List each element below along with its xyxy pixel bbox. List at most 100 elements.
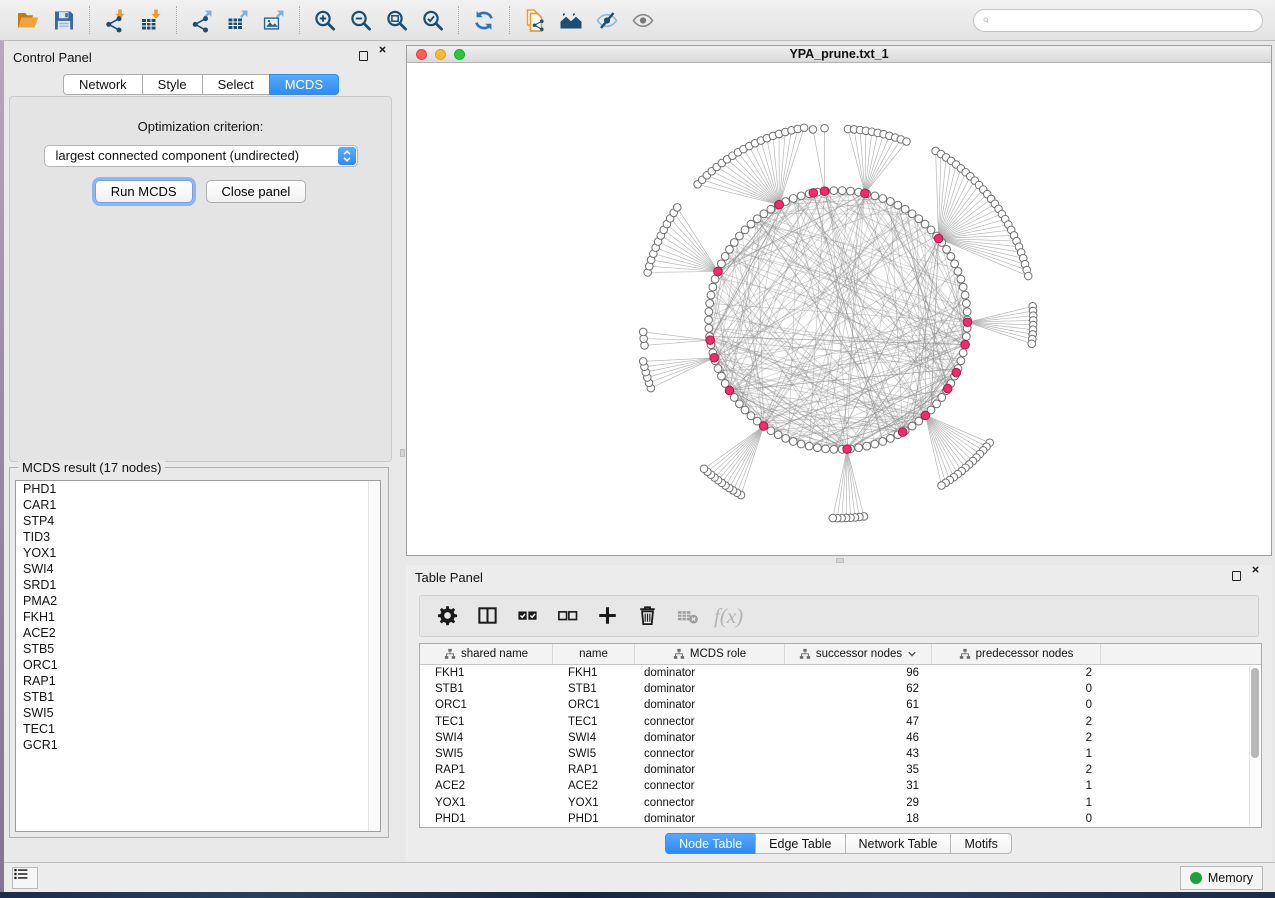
first-neighbors-button[interactable] (553, 4, 589, 36)
hide-selected-button[interactable] (589, 4, 625, 36)
column-header-successor-nodes[interactable]: successor nodes (785, 644, 932, 664)
table-row[interactable]: YOX1YOX1connector291 (420, 795, 1261, 811)
table-row[interactable]: PHD1PHD1dominator180 (420, 811, 1261, 827)
mcds-result-node[interactable]: STB1 (16, 689, 380, 705)
control-panel-header: Control Panel (4, 45, 399, 69)
zoom-selected-button[interactable] (415, 4, 451, 36)
select-all-button[interactable] (510, 599, 546, 633)
show-all-button[interactable] (625, 4, 661, 36)
mcds-result-node[interactable]: PMA2 (16, 593, 380, 609)
zoom-fit-button[interactable] (379, 4, 415, 36)
splitter-grip (400, 449, 405, 457)
table-row[interactable]: TEC1TEC1connector472 (420, 714, 1261, 730)
export-network-button[interactable] (184, 4, 220, 36)
save-session-button[interactable] (46, 4, 82, 36)
mcds-result-node[interactable]: ORC1 (16, 657, 380, 673)
delete-column-button[interactable] (630, 599, 666, 633)
function-builder-button[interactable]: f(x) (710, 604, 743, 629)
mcds-result-node[interactable]: YOX1 (16, 545, 380, 561)
column-header-shared-name[interactable]: shared name (420, 644, 553, 664)
control-panel-close-button[interactable] (377, 50, 389, 62)
table-scrollbar-thumb[interactable] (1251, 668, 1259, 758)
run-mcds-button[interactable]: Run MCDS (95, 180, 193, 203)
table-row[interactable]: STB1STB1dominator620 (420, 681, 1261, 697)
table-settings-button[interactable] (430, 599, 466, 633)
mcds-result-node[interactable]: STB5 (16, 641, 380, 657)
show-columns-button[interactable] (470, 599, 506, 633)
table-cell: 2 (932, 762, 1101, 778)
export-image-button[interactable] (256, 4, 292, 36)
import-network-button[interactable] (97, 4, 133, 36)
tab-edge-table[interactable]: Edge Table (755, 833, 845, 854)
table-row[interactable]: SWI5SWI5connector431 (420, 746, 1261, 762)
mcds-result-list[interactable]: PHD1CAR1STP4TID3YOX1SWI4SRD1PMA2FKH1ACE2… (15, 480, 381, 832)
mcds-result-node[interactable]: SRD1 (16, 577, 380, 593)
table-row[interactable]: ORC1ORC1dominator610 (420, 697, 1261, 713)
mcds-result-node[interactable]: GCR1 (16, 737, 380, 753)
task-history-button[interactable] (12, 867, 38, 889)
column-label: MCDS role (690, 648, 746, 660)
table-row[interactable]: FKH1FKH1dominator962 (420, 665, 1261, 681)
toolbar-separator (89, 6, 90, 34)
desktop-wallpaper-left (0, 41, 4, 892)
mcds-result-node[interactable]: ACE2 (16, 625, 380, 641)
save-icon (52, 8, 76, 32)
zoom-selected-icon (421, 8, 445, 32)
close-panel-button[interactable]: Close panel (206, 180, 307, 203)
horizontal-splitter[interactable] (406, 556, 1272, 565)
mcds-result-node[interactable]: SWI5 (16, 705, 380, 721)
mcds-result-node[interactable]: STP4 (16, 513, 380, 529)
import-table-button[interactable] (133, 4, 169, 36)
mcds-result-node[interactable]: TID3 (16, 529, 380, 545)
zoom-out-button[interactable] (343, 4, 379, 36)
column-label: predecessor nodes (976, 648, 1074, 660)
deselect-all-button[interactable] (550, 599, 586, 633)
tab-network-table[interactable]: Network Table (845, 833, 952, 854)
table-scrollbar[interactable] (1249, 666, 1260, 826)
mcds-result-node[interactable]: TEC1 (16, 721, 380, 737)
table-cell: 35 (785, 762, 932, 778)
new-network-from-selection-button[interactable] (517, 4, 553, 36)
search-box[interactable] (973, 9, 1263, 32)
column-header-MCDS-role[interactable]: MCDS role (635, 644, 785, 664)
vertical-splitter[interactable] (399, 45, 406, 862)
mcds-result-node[interactable]: SWI4 (16, 561, 380, 577)
delete-table-button[interactable] (670, 599, 706, 633)
mcds-result-node[interactable]: FKH1 (16, 609, 380, 625)
table-cell: connector (635, 778, 785, 794)
search-input[interactable] (996, 14, 1262, 28)
add-column-button[interactable] (590, 599, 626, 633)
table-row[interactable]: RAP1RAP1dominator352 (420, 762, 1261, 778)
columns-icon (476, 604, 500, 628)
export-table-button[interactable] (220, 4, 256, 36)
mcds-result-node[interactable]: PHD1 (16, 481, 380, 497)
toolbar-separator (458, 6, 459, 34)
tab-motifs[interactable]: Motifs (950, 833, 1011, 854)
mcds-result-node[interactable]: RAP1 (16, 673, 380, 689)
column-header-predecessor-nodes[interactable]: predecessor nodes (932, 644, 1101, 664)
memory-status-dot (1190, 872, 1202, 884)
apply-layout-button[interactable] (466, 4, 502, 36)
column-header-name[interactable]: name (553, 644, 635, 664)
network-window-titlebar[interactable]: YPA_prune.txt_1 (406, 45, 1272, 63)
network-view-canvas[interactable] (406, 63, 1272, 556)
table-panel-close-button[interactable] (1250, 570, 1262, 582)
table-panel-float-button[interactable] (1230, 570, 1242, 582)
table-row[interactable]: SWI4SWI4dominator462 (420, 730, 1261, 746)
table-cell: 0 (932, 811, 1101, 827)
optimization-criterion-select[interactable]: largest connected component (undirected) (44, 145, 358, 167)
mcds-list-scrollbar[interactable] (368, 481, 380, 831)
table-row[interactable]: ACE2ACE2connector311 (420, 778, 1261, 794)
tab-select[interactable]: Select (202, 74, 270, 95)
mcds-result-node[interactable]: CAR1 (16, 497, 380, 513)
tab-network[interactable]: Network (63, 74, 143, 95)
table-cell: dominator (635, 762, 785, 778)
open-session-button[interactable] (10, 4, 46, 36)
tab-style[interactable]: Style (142, 74, 203, 95)
tab-node-table[interactable]: Node Table (665, 833, 756, 854)
control-panel-float-button[interactable] (357, 50, 369, 62)
zoom-in-button[interactable] (307, 4, 343, 36)
table-cell: 46 (785, 730, 932, 746)
memory-button[interactable]: Memory (1180, 866, 1263, 890)
tab-mcds[interactable]: MCDS (269, 74, 339, 95)
